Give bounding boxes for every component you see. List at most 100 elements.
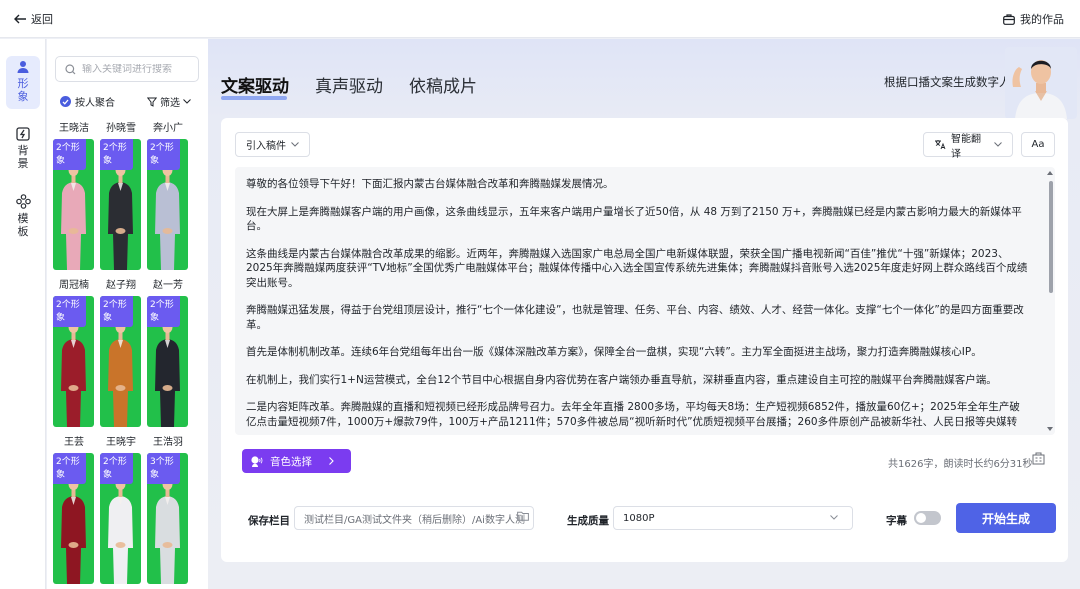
- avatar-card[interactable]: 2个形象: [100, 139, 141, 270]
- script-paragraph: 首先是体制机制改革。连续6年台党组每年出台一版《媒体深融改革方案》，保障全台一盘…: [246, 346, 982, 358]
- save-column-value: 测试栏目/GA测试文件夹（稍后删除）/Ai数字人测: [304, 514, 525, 526]
- smart-translate-button[interactable]: 智能翻译: [923, 132, 1013, 160]
- subtitle-toggle[interactable]: [914, 511, 941, 525]
- briefcase-icon: [1003, 13, 1015, 25]
- script-editor-card: 引入稿件 智能翻译 Aa 尊敬的各位领导下午好！下面汇报内蒙古台媒体融合改革和奔…: [221, 118, 1068, 562]
- avatar-count-badge: 2个形象: [53, 453, 86, 484]
- avatar-name: 赵一芳: [153, 280, 183, 291]
- person-icon: [16, 60, 30, 74]
- voice-icon: [250, 455, 263, 468]
- avatar-card[interactable]: 2个形象: [100, 453, 141, 584]
- save-column-field[interactable]: 测试栏目/GA测试文件夹（稍后删除）/Ai数字人测: [294, 506, 534, 530]
- rail-item-background[interactable]: 背景: [6, 123, 40, 176]
- arrow-left-icon: [14, 14, 27, 24]
- script-content[interactable]: 尊敬的各位领导下午好！下面汇报内蒙古台媒体融合改革和奔腾融媒发展情况。 现在大屏…: [246, 177, 1030, 435]
- template-icon: [15, 194, 31, 209]
- font-size-button[interactable]: Aa: [1021, 132, 1055, 157]
- chevron-down-icon: [994, 142, 1002, 147]
- subtitle-label: 字幕: [886, 515, 907, 527]
- avatar-card[interactable]: 2个形象: [147, 139, 188, 270]
- avatar-name: 奔小广: [153, 123, 183, 134]
- avatar-count-badge: 2个形象: [100, 139, 133, 170]
- back-label: 返回: [31, 13, 53, 26]
- top-bar: 返回 我的作品: [0, 0, 1080, 38]
- avatar-count-badge: 2个形象: [147, 296, 180, 327]
- rail-item-avatar[interactable]: 形象: [6, 56, 40, 109]
- search-input[interactable]: [82, 63, 190, 75]
- chevron-down-icon: [183, 99, 191, 104]
- avatar-card[interactable]: 2个形象: [53, 139, 94, 270]
- avatar-name: 王晓洁: [59, 123, 89, 134]
- word-count: 共1626字，朗读时长约6分31秒: [888, 459, 1033, 470]
- filter-label: 筛选: [160, 98, 180, 109]
- avatar-card[interactable]: 2个形象: [100, 296, 141, 427]
- avatar-count-badge: 2个形象: [147, 139, 180, 170]
- back-button[interactable]: 返回: [14, 11, 53, 27]
- scroll-up-icon[interactable]: [1047, 171, 1053, 175]
- script-paragraph: 二是内容矩阵改革。奔腾融媒的直播和短视频已经形成品牌号召力。去年全年直播 280…: [246, 401, 1020, 428]
- scroll-down-icon[interactable]: [1047, 427, 1053, 431]
- avatar-name: 赵子翔: [106, 280, 136, 291]
- script-scrollbar[interactable]: [1046, 167, 1055, 435]
- building-icon[interactable]: [1032, 452, 1045, 465]
- avatar-card[interactable]: 2个形象: [147, 296, 188, 427]
- my-works-button[interactable]: 我的作品: [1003, 11, 1064, 27]
- avatar-count-badge: 2个形象: [100, 296, 133, 327]
- quality-value: 1080P: [623, 512, 655, 524]
- avatar-name: 王芸: [64, 437, 84, 448]
- folder-icon[interactable]: [517, 511, 529, 521]
- script-paragraph: 奔腾融媒迅猛发展，得益于台党组顶层设计，推行“七个一体化建设”，也就是管理、任务…: [246, 304, 1024, 331]
- avatar-count-badge: 3个形象: [147, 453, 180, 484]
- avatar-name: 王晓宇: [106, 437, 136, 448]
- script-paragraph: 这条曲线是内蒙古台媒体融合改革成果的缩影。近两年，奔腾融媒入选国家广电总局全国广…: [246, 247, 1028, 289]
- voice-select-button[interactable]: 音色选择: [242, 449, 351, 473]
- chevron-down-icon: [291, 142, 299, 147]
- check-icon: [60, 96, 71, 107]
- avatar-name: 孙晓雪: [106, 123, 136, 134]
- rail-item-template[interactable]: 模板: [6, 190, 40, 244]
- aggregate-label: 按人聚合: [75, 98, 115, 109]
- scroll-thumb[interactable]: [1049, 181, 1053, 293]
- start-generate-button[interactable]: 开始生成: [956, 503, 1056, 533]
- import-manuscript-button[interactable]: 引入稿件: [235, 132, 310, 157]
- tab-copy-driven[interactable]: 文案驱动: [221, 72, 289, 100]
- presenter-avatar-image: [1005, 47, 1077, 119]
- import-manuscript-label: 引入稿件: [246, 141, 286, 152]
- avatar-count-badge: 2个形象: [53, 139, 86, 170]
- script-paragraph: 尊敬的各位领导下午好！下面汇报内蒙古台媒体融合改革和奔腾融媒发展情况。: [246, 178, 614, 190]
- filter-icon: [147, 97, 157, 107]
- quality-label: 生成质量: [567, 515, 609, 527]
- left-nav-rail: 形象 背景 模板: [0, 39, 46, 589]
- script-textarea[interactable]: 尊敬的各位领导下午好！下面汇报内蒙古台媒体融合改革和奔腾融媒发展情况。 现在大屏…: [235, 167, 1055, 435]
- filter-button[interactable]: 筛选: [147, 94, 191, 109]
- rail-label-background: 背景: [17, 144, 29, 170]
- generation-settings: 保存栏目 测试栏目/GA测试文件夹（稍后删除）/Ai数字人测 生成质量 1080…: [221, 494, 1068, 562]
- mode-hint: 根据口播文案生成数字人: [884, 75, 1011, 89]
- quality-select[interactable]: 1080P: [613, 506, 853, 530]
- avatar-name: 王浩羽: [153, 437, 183, 448]
- avatar-name: 周冠楠: [59, 280, 89, 291]
- smart-translate-label: 智能翻译: [951, 133, 981, 160]
- mode-tabs: 文案驱动 真声驱动 依稿成片: [221, 72, 477, 100]
- rail-label-template: 模板: [17, 212, 29, 238]
- avatar-count-badge: 2个形象: [53, 296, 86, 327]
- tab-voice-driven[interactable]: 真声驱动: [315, 72, 383, 97]
- main-area: 文案驱动 真声驱动 依稿成片 根据口播文案生成数字人 引入稿件 智能翻译 Aa …: [208, 39, 1080, 589]
- rail-label-avatar: 形象: [17, 77, 29, 103]
- chevron-down-icon: [830, 515, 838, 520]
- avatar-card[interactable]: 3个形象: [147, 453, 188, 584]
- avatar-card[interactable]: 2个形象: [53, 296, 94, 427]
- avatar-card[interactable]: 2个形象: [53, 453, 94, 584]
- script-paragraph: 在机制上，我们实行1+N运营模式，全台12个节目中心根据自身内容优势在客户端领办…: [246, 373, 997, 386]
- aggregate-by-person-checkbox[interactable]: 按人聚合: [60, 94, 115, 109]
- avatar-panel: 按人聚合 筛选 王晓洁2个形象孙晓雪2个形象奔小广2个形象周冠楠2个形象赵子翔2…: [47, 39, 244, 589]
- avatar-count-badge: 2个形象: [100, 453, 133, 484]
- font-size-label: Aa: [1031, 139, 1045, 150]
- tab-script-to-video[interactable]: 依稿成片: [409, 72, 477, 97]
- translate-icon: [934, 139, 946, 150]
- voice-select-label: 音色选择: [270, 455, 312, 468]
- script-paragraph: 现在大屏上是奔腾融媒客户端的用户画像，这条曲线显示，五年来客户端用户量增长了近5…: [246, 205, 1022, 233]
- search-icon: [65, 63, 76, 75]
- my-works-label: 我的作品: [1020, 13, 1064, 26]
- search-box[interactable]: [55, 56, 199, 82]
